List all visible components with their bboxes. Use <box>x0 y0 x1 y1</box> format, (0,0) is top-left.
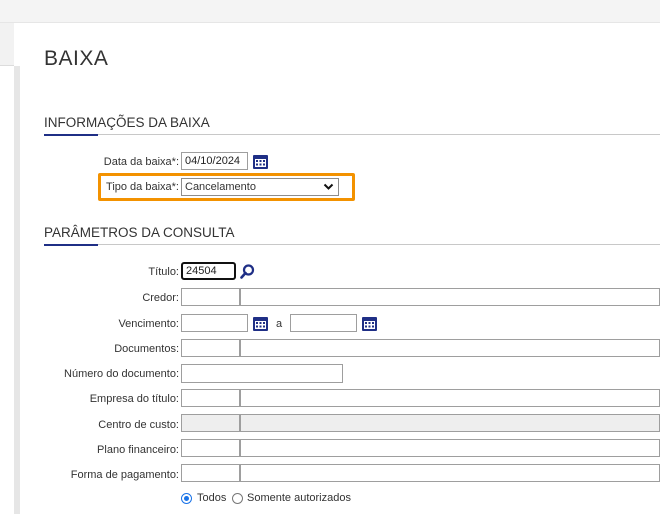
plano-financeiro-label: Plano financeiro: <box>97 444 179 456</box>
centro-custo-label: Centro de custo: <box>98 419 179 431</box>
tipo-baixa-label: Tipo da baixa*: <box>106 181 179 193</box>
centro-custo-name-input <box>240 414 660 432</box>
forma-pagamento-code-input[interactable] <box>181 464 240 482</box>
section-divider <box>44 244 660 245</box>
credor-name-input[interactable] <box>240 288 660 306</box>
section-title-params: PARÂMETROS DA CONSULTA <box>44 225 235 240</box>
vencimento-end-input[interactable] <box>290 314 357 332</box>
calendar-icon[interactable] <box>252 315 269 332</box>
left-scroll-rail <box>14 66 20 514</box>
calendar-icon[interactable] <box>252 153 269 170</box>
vencimento-separator: a <box>276 318 283 330</box>
data-baixa-label: Data da baixa*: <box>103 156 179 168</box>
documentos-name-input[interactable] <box>240 339 660 357</box>
tipo-baixa-select[interactable]: Cancelamento <box>181 178 339 196</box>
vencimento-label: Vencimento: <box>118 318 179 330</box>
sidebar-stub <box>0 23 14 66</box>
forma-pagamento-label: Forma de pagamento: <box>70 469 179 481</box>
vencimento-start-input[interactable] <box>181 314 248 332</box>
data-baixa-input[interactable]: 04/10/2024 <box>181 152 248 170</box>
radio-todos[interactable] <box>181 493 192 504</box>
empresa-label: Empresa do título: <box>89 393 179 405</box>
titulo-input[interactable]: 24504 <box>181 262 236 280</box>
plano-financeiro-name-input[interactable] <box>240 439 660 457</box>
radio-somente-autorizados-label[interactable]: Somente autorizados <box>247 492 351 504</box>
empresa-code-input[interactable] <box>181 389 240 407</box>
plano-financeiro-code-input[interactable] <box>181 439 240 457</box>
chevron-down-icon <box>323 183 334 190</box>
section-accent <box>44 244 98 246</box>
search-icon[interactable] <box>239 263 256 280</box>
titulo-label: Título: <box>148 266 179 278</box>
empresa-name-input[interactable] <box>240 389 660 407</box>
calendar-icon[interactable] <box>361 315 378 332</box>
credor-code-input[interactable] <box>181 288 240 306</box>
numero-documento-label: Número do documento: <box>64 368 179 380</box>
forma-pagamento-name-input[interactable] <box>240 464 660 482</box>
centro-custo-code-input <box>181 414 240 432</box>
page-title: BAIXA <box>44 47 109 70</box>
documentos-label: Documentos: <box>114 343 179 355</box>
radio-todos-label[interactable]: Todos <box>197 492 226 504</box>
credor-label: Credor: <box>142 292 179 304</box>
section-divider <box>44 134 660 135</box>
tipo-baixa-value: Cancelamento <box>185 181 256 193</box>
documentos-code-input[interactable] <box>181 339 240 357</box>
section-accent <box>44 134 98 136</box>
numero-documento-input[interactable] <box>181 364 343 383</box>
section-title-info: INFORMAÇÕES DA BAIXA <box>44 115 210 130</box>
top-bar <box>0 0 660 23</box>
radio-somente-autorizados[interactable] <box>232 493 243 504</box>
